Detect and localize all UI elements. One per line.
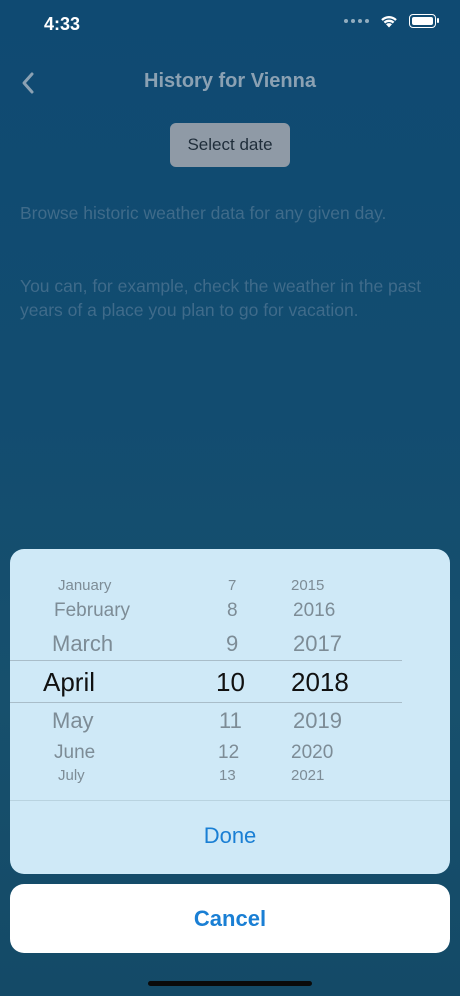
- year-option[interactable]: 2021: [291, 767, 324, 784]
- done-button[interactable]: Done: [10, 811, 450, 861]
- day-option[interactable]: 8: [227, 600, 238, 622]
- home-indicator: [148, 981, 312, 986]
- description-paragraph-1: Browse historic weather data for any giv…: [20, 203, 387, 223]
- day-option-selected[interactable]: 10: [216, 667, 245, 698]
- month-option[interactable]: January: [58, 577, 111, 594]
- cancel-button[interactable]: Cancel: [10, 884, 450, 953]
- select-date-button[interactable]: Select date: [170, 123, 290, 167]
- month-option[interactable]: May: [52, 708, 94, 734]
- date-picker-sheet: January February March April May June Ju…: [10, 549, 450, 874]
- day-option[interactable]: 11: [219, 708, 242, 734]
- navigation-bar: History for Vienna: [0, 60, 460, 104]
- month-column[interactable]: January February March April May June Ju…: [10, 549, 190, 799]
- description-paragraph-2: You can, for example, check the weather …: [20, 276, 422, 320]
- day-option[interactable]: 13: [219, 767, 236, 784]
- day-option[interactable]: 12: [218, 742, 239, 764]
- year-column[interactable]: 2015 2016 2017 2018 2019 2020 2021: [270, 549, 390, 799]
- year-option[interactable]: 2020: [291, 742, 333, 764]
- year-option-selected[interactable]: 2018: [291, 667, 349, 698]
- month-option-selected[interactable]: April: [43, 667, 95, 698]
- day-column[interactable]: 7 8 9 10 11 12 13: [190, 549, 270, 799]
- wifi-icon: [381, 16, 397, 28]
- status-icons: [344, 14, 439, 28]
- status-time: 4:33: [44, 14, 81, 34]
- cellular-signal-icon: [344, 19, 369, 23]
- status-bar: 4:33: [0, 0, 460, 50]
- sheet-divider: [10, 800, 450, 801]
- month-option[interactable]: July: [58, 767, 85, 784]
- day-option[interactable]: 9: [226, 631, 238, 657]
- month-option[interactable]: March: [52, 631, 113, 657]
- month-option[interactable]: February: [54, 600, 130, 622]
- year-option[interactable]: 2017: [293, 631, 342, 657]
- year-option[interactable]: 2015: [291, 577, 324, 594]
- day-option[interactable]: 7: [228, 577, 236, 594]
- page-title: History for Vienna: [144, 70, 316, 92]
- year-option[interactable]: 2016: [293, 600, 335, 622]
- battery-icon: [409, 14, 439, 28]
- date-picker-wheel[interactable]: January February March April May June Ju…: [10, 549, 450, 799]
- year-option[interactable]: 2019: [293, 708, 342, 734]
- month-option[interactable]: June: [54, 742, 95, 764]
